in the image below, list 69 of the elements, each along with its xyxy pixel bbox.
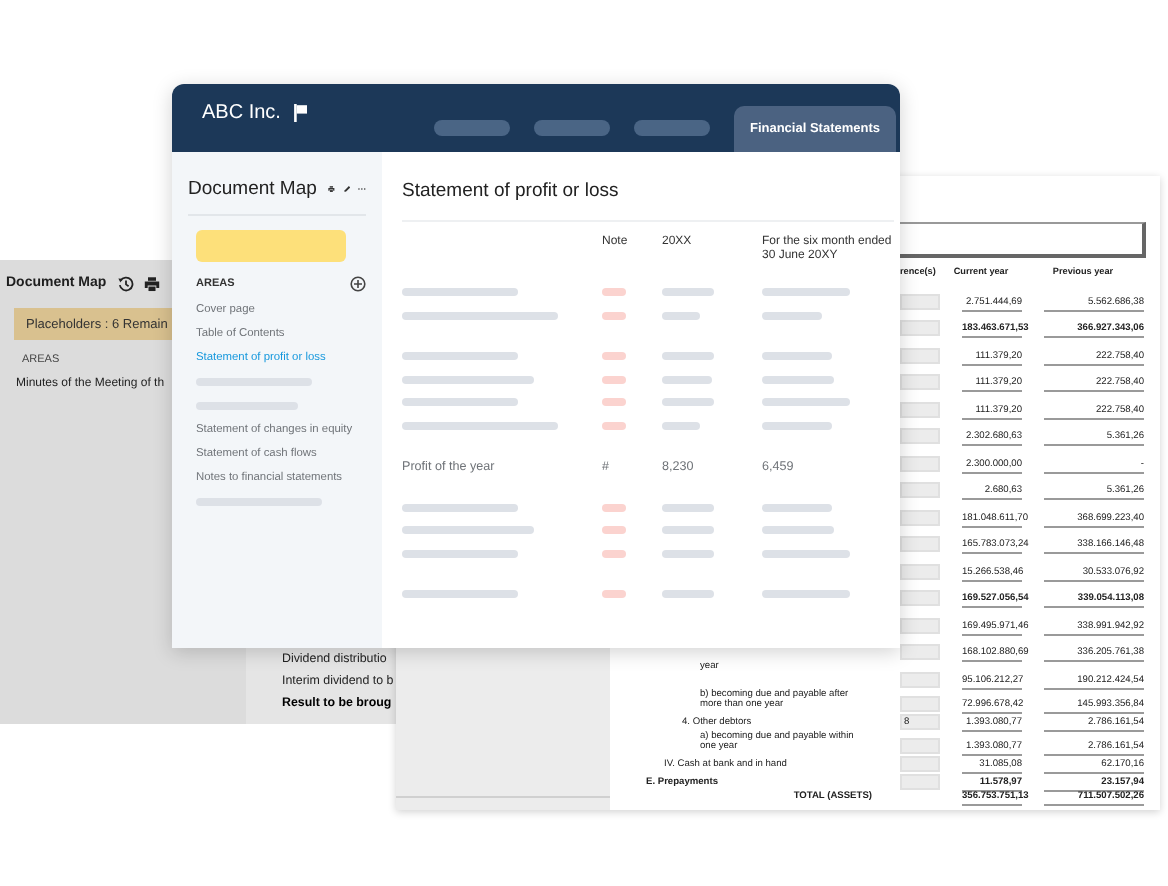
input-field[interactable] (900, 320, 940, 336)
input-field[interactable] (900, 536, 940, 552)
skeleton-line (762, 398, 850, 407)
input-field[interactable] (900, 590, 940, 606)
input-field[interactable] (900, 347, 940, 363)
skeleton-line (402, 590, 518, 599)
content-title: Statement of profit or loss (402, 180, 619, 202)
history-icon[interactable] (118, 275, 135, 291)
skeleton-line (402, 398, 518, 407)
app-title: ABC Inc. (202, 101, 281, 123)
tab-placeholder[interactable] (533, 120, 610, 136)
input-field[interactable] (900, 563, 940, 579)
skeleton-line (762, 549, 850, 558)
skeleton-line (662, 352, 714, 361)
input-field[interactable] (900, 737, 940, 753)
skeleton-line (602, 503, 626, 512)
input-field[interactable] (900, 401, 940, 417)
skeleton-line (662, 288, 714, 297)
skeleton-line (762, 288, 850, 297)
skeleton-line (602, 526, 626, 535)
skeleton-line (662, 421, 700, 430)
tab-placeholder[interactable] (633, 120, 710, 136)
input-field[interactable] (900, 509, 940, 525)
input-field[interactable] (900, 293, 940, 309)
panel-title: Document Map (188, 178, 317, 200)
flag-icon[interactable] (294, 103, 309, 121)
tab-placeholder[interactable] (433, 120, 510, 136)
skeleton-line (662, 375, 712, 384)
skeleton-line (662, 526, 714, 535)
print-icon[interactable] (144, 275, 161, 291)
input-field[interactable] (900, 755, 940, 771)
input-field[interactable] (900, 374, 940, 390)
skeleton-line (602, 590, 626, 599)
input-field[interactable] (900, 482, 940, 498)
skeleton-line (662, 503, 714, 512)
skeleton-line (402, 503, 518, 512)
skeleton-line (602, 375, 626, 384)
input-field[interactable] (900, 644, 940, 660)
skeleton-line (402, 375, 534, 384)
skeleton-line (762, 503, 832, 512)
skeleton-line (762, 352, 832, 361)
skeleton-line (602, 398, 626, 407)
skeleton-line (402, 549, 518, 558)
skeleton-line (602, 549, 626, 558)
skeleton-line (662, 590, 714, 599)
pencil-icon[interactable] (343, 182, 351, 196)
skeleton-line (602, 288, 626, 297)
input-field[interactable] (900, 455, 940, 471)
input-field[interactable] (900, 428, 940, 444)
skeleton-line (762, 590, 850, 599)
add-icon[interactable] (350, 276, 366, 292)
input-field[interactable] (900, 671, 940, 687)
skeleton-line (402, 352, 518, 361)
skeleton-line (662, 311, 700, 320)
skeleton-line (662, 549, 714, 558)
input-field[interactable] (900, 617, 940, 633)
skeleton-line (402, 526, 534, 535)
input-field[interactable] (900, 695, 940, 711)
skeleton-line (602, 311, 626, 320)
skeleton-line (402, 288, 518, 297)
skeleton-line (662, 398, 714, 407)
skeleton-line (602, 352, 626, 361)
skeleton-line (762, 421, 832, 430)
skeleton-line (762, 311, 822, 320)
input-field[interactable] (900, 773, 940, 789)
skeleton-line (602, 421, 626, 430)
print-icon[interactable] (328, 182, 336, 196)
skeleton-line (762, 375, 834, 384)
skeleton-line (762, 526, 834, 535)
